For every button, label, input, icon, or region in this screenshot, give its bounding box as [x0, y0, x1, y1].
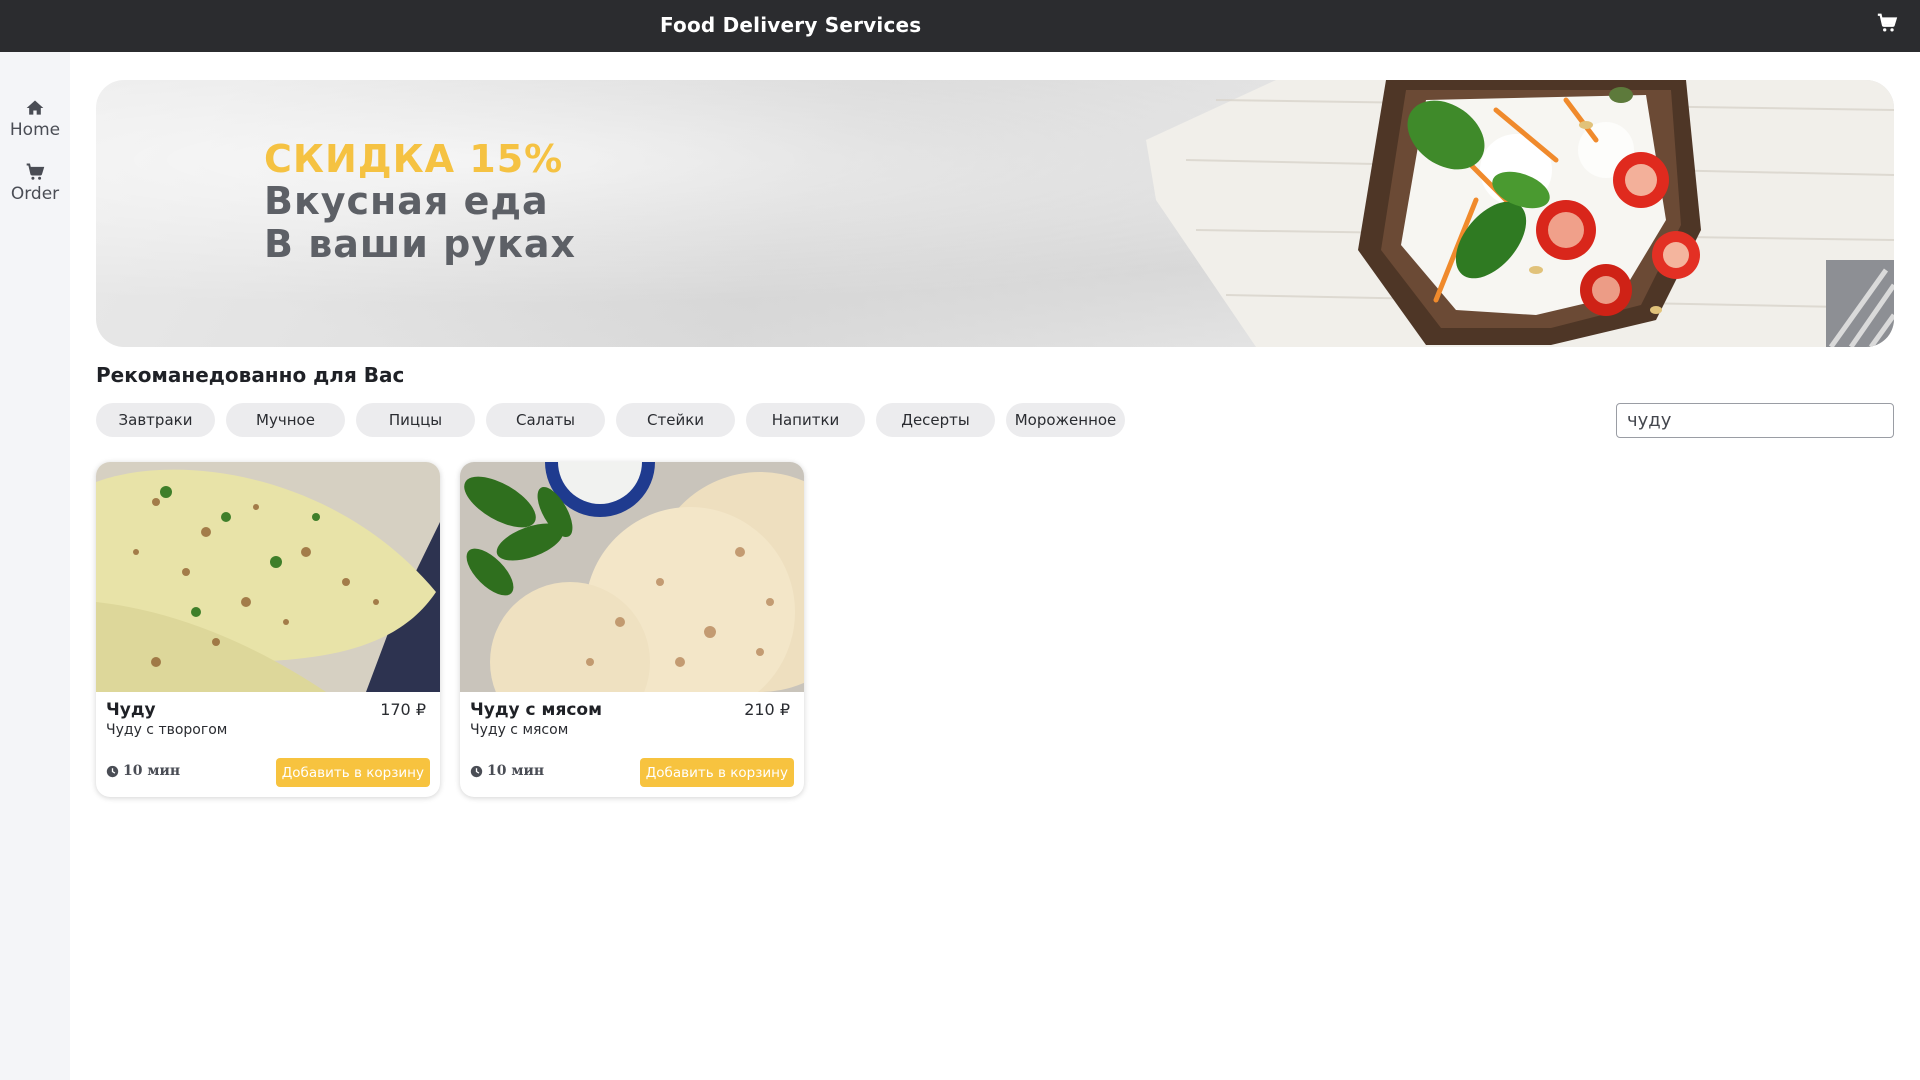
category-chip[interactable]: Пиццы: [356, 403, 475, 437]
delivery-time: 10 мин: [470, 763, 544, 779]
delivery-time-text: 10 мин: [123, 763, 181, 779]
category-chip[interactable]: Завтраки: [96, 403, 215, 437]
product-card[interactable]: Чуду 170 ₽ Чуду с творогом 10 мин Добави…: [96, 462, 440, 797]
product-description: Чуду с мясом: [470, 722, 569, 738]
category-chip[interactable]: Стейки: [616, 403, 735, 437]
banner-text: СКИДКА 15% Вкусная еда В ваши руках: [264, 138, 576, 266]
category-chip[interactable]: Салаты: [486, 403, 605, 437]
sidebar: Home Order: [0, 52, 70, 1080]
product-price: 170 ₽: [380, 700, 426, 719]
top-bar: Food Delivery Services: [0, 0, 1920, 52]
clock-icon: [106, 765, 119, 777]
product-image: [96, 462, 440, 692]
section-title: Рекоманедованно для Вас: [96, 363, 405, 387]
category-chip[interactable]: Десерты: [876, 403, 995, 437]
cart-button[interactable]: [1876, 12, 1902, 38]
sidebar-item-order[interactable]: Order: [0, 162, 70, 204]
category-chip[interactable]: Мучное: [226, 403, 345, 437]
product-card[interactable]: Чуду с мясом 210 ₽ Чуду с мясом 10 мин Д…: [460, 462, 804, 797]
app-title: Food Delivery Services: [660, 13, 922, 37]
search-input[interactable]: [1616, 403, 1894, 438]
category-chip[interactable]: Напитки: [746, 403, 865, 437]
banner-headline-2: В ваши руках: [264, 222, 577, 266]
promo-banner: СКИДКА 15% Вкусная еда В ваши руках: [96, 80, 1894, 347]
cart-icon: [1877, 13, 1898, 32]
banner-headline-1: Вкусная еда: [264, 179, 549, 223]
product-name: Чуду с мясом: [470, 700, 603, 720]
delivery-time: 10 мин: [106, 763, 180, 779]
category-chips: Завтраки Мучное Пиццы Салаты Стейки Напи…: [96, 403, 1125, 437]
product-name: Чуду: [106, 700, 156, 720]
add-to-cart-button[interactable]: Добавить в корзину: [275, 758, 430, 787]
product-description: Чуду с творогом: [106, 722, 228, 738]
add-to-cart-button[interactable]: Добавить в корзину: [639, 758, 794, 787]
sidebar-item-label: Order: [10, 184, 60, 204]
product-price: 210 ₽: [744, 700, 790, 719]
category-chip[interactable]: Мороженное: [1006, 403, 1125, 437]
sidebar-item-label: Home: [9, 120, 61, 140]
sidebar-item-home[interactable]: Home: [0, 98, 70, 140]
delivery-time-text: 10 мин: [487, 763, 545, 779]
home-icon: [26, 100, 44, 115]
cart-icon: [26, 163, 45, 180]
product-image: [460, 462, 804, 692]
clock-icon: [470, 765, 483, 777]
promo-discount: СКИДКА 15%: [264, 137, 564, 181]
